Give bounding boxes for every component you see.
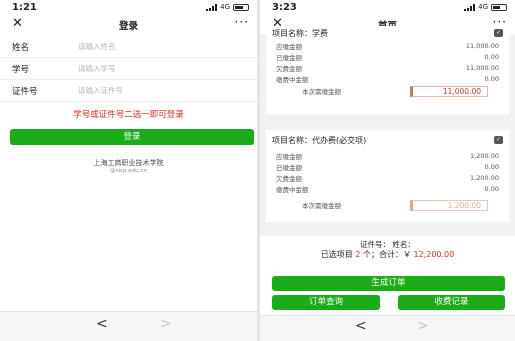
summary-count: 2: [355, 250, 361, 259]
checkbox-icon[interactable]: ✓: [494, 29, 503, 37]
fee-item-header: 项目名称：代办费(必交项) ✓: [266, 130, 509, 150]
signal-icon: [206, 3, 218, 11]
status-time: 1:21: [12, 2, 37, 13]
pay-amount-label: 本次需缴金额: [302, 202, 341, 210]
fee-item-header: 项目名称：学费 ✓: [266, 26, 509, 40]
fee-row-label: 欠费金额: [276, 174, 302, 183]
page-title: 登录: [118, 21, 138, 32]
fee-row-label: 缴费中金额: [276, 185, 309, 194]
back-icon[interactable]: <: [355, 318, 367, 334]
fee-item-name: 项目名称：代办费(必交项): [272, 135, 367, 145]
school-name: 上海工商职业技术学院: [93, 159, 164, 167]
payment-records-button[interactable]: 收费记录: [398, 295, 505, 310]
fee-row-value: 0.00: [484, 52, 499, 61]
fee-item-name: 项目名称：学费: [272, 28, 328, 38]
forward-icon[interactable]: >: [417, 318, 429, 334]
order-query-button[interactable]: 订单查询: [272, 295, 380, 310]
order-summary: 已选项目 2 个；合计：￥ 12,200.00: [260, 249, 515, 260]
student-info-line: 证件号： 姓名：: [360, 240, 415, 249]
network-type: 4G: [478, 3, 488, 11]
school-email: @sicp.edu.cn: [110, 168, 147, 174]
fee-row: 缴费中金额 0.00: [266, 183, 509, 194]
fee-row-value: 0.00: [484, 74, 499, 83]
battery-icon: [491, 3, 507, 11]
fee-row-label: 缴费中金额: [276, 75, 309, 84]
login-button[interactable]: 登录: [10, 129, 254, 145]
name-row: 姓名: [0, 36, 257, 58]
name-input[interactable]: [78, 42, 257, 51]
browser-bottom-bar: < >: [0, 311, 257, 341]
fee-row: 应缴金额 1,200.00: [266, 150, 509, 161]
fee-row: 欠费金额 1,200.00: [266, 172, 509, 183]
generate-order-button[interactable]: 生成订单: [272, 276, 505, 291]
name-label: 姓名: [12, 42, 30, 53]
battery-icon: [233, 3, 249, 11]
fee-row-value: 0.00: [484, 184, 499, 193]
status-indicators: 4G: [206, 3, 249, 11]
student-id-row: 学号: [0, 58, 257, 80]
fee-row-value: 1,200.00: [470, 173, 499, 182]
fee-item-card: 项目名称：学费 ✓ 应缴金额 11,000.00 已缴金额 0.00 欠费金额 11,…: [266, 26, 509, 114]
summary-prefix: 已选项目: [320, 250, 353, 259]
fee-row-label: 已缴金额: [276, 163, 302, 172]
login-hint: 学号或证件号二选一即可登录: [73, 110, 184, 120]
student-id-label: 学号: [12, 64, 30, 75]
fee-row: 已缴金额 0.00: [266, 51, 509, 62]
student-id-input[interactable]: [78, 64, 257, 73]
fee-row: 欠费金额 11,000.00: [266, 62, 509, 73]
fee-row-value: 0.00: [484, 162, 499, 171]
summary-total: 12,200.00: [413, 250, 455, 259]
status-bar: 1:21 4G: [0, 0, 257, 16]
fee-row: 缴费中金额 0.00: [266, 73, 509, 84]
summary-mid: 个；合计：￥: [362, 250, 411, 259]
back-icon[interactable]: <: [96, 316, 108, 332]
login-screen: 1:21 4G ✕ 登录 ··· 姓名 学号 证件号 学号或证件号二选一即可登录…: [0, 0, 257, 341]
fee-row-label: 应缴金额: [276, 152, 302, 161]
fee-item-card: 项目名称：代办费(必交项) ✓ 应缴金额 1,200.00 已缴金额 0.00 欠费…: [266, 130, 509, 222]
id-number-input[interactable]: [78, 86, 257, 95]
forward-icon[interactable]: >: [160, 316, 172, 332]
checkbox-icon[interactable]: ✓: [494, 136, 503, 144]
status-indicators: 4G: [464, 3, 507, 11]
pay-amount-row: 本次需缴金额 1,200.00: [266, 198, 509, 212]
signal-icon: [464, 3, 476, 11]
network-type: 4G: [220, 3, 230, 11]
fee-home-screen: 3:23 4G ✕ 首页 ··· 项目名称：学费 ✓ 应缴金额11,000.00…: [260, 0, 515, 341]
fee-row-label: 已缴金额: [276, 53, 302, 62]
fee-row-value: 11,000.00: [465, 41, 499, 50]
id-number-row: 证件号: [0, 80, 257, 102]
status-time: 3:23: [272, 2, 297, 13]
fee-row: 已缴金额 0.00: [266, 161, 509, 172]
fee-row-value: 11,000.00: [465, 63, 499, 72]
pay-amount-row: 本次需缴金额 11,000.00: [266, 84, 509, 98]
status-bar: 3:23 4G: [260, 0, 515, 16]
more-menu-icon[interactable]: ···: [235, 15, 249, 29]
fee-row-value: 1,200.00: [470, 151, 499, 160]
fee-row-label: 应缴金额: [276, 42, 302, 51]
id-number-label: 证件号: [12, 86, 38, 97]
pay-amount-label: 本次需缴金额: [302, 88, 341, 96]
fee-row: 应缴金额 11,000.00: [266, 40, 509, 51]
pay-amount-input[interactable]: 1,200.00: [410, 199, 488, 211]
nav-bar: ✕ 登录 ···: [0, 15, 257, 36]
pay-amount-input[interactable]: 11,000.00: [410, 85, 488, 97]
login-form: 姓名 学号 证件号 学号或证件号二选一即可登录: [0, 36, 257, 120]
fee-row-label: 欠费金额: [276, 64, 302, 73]
browser-bottom-bar: < >: [260, 315, 515, 341]
